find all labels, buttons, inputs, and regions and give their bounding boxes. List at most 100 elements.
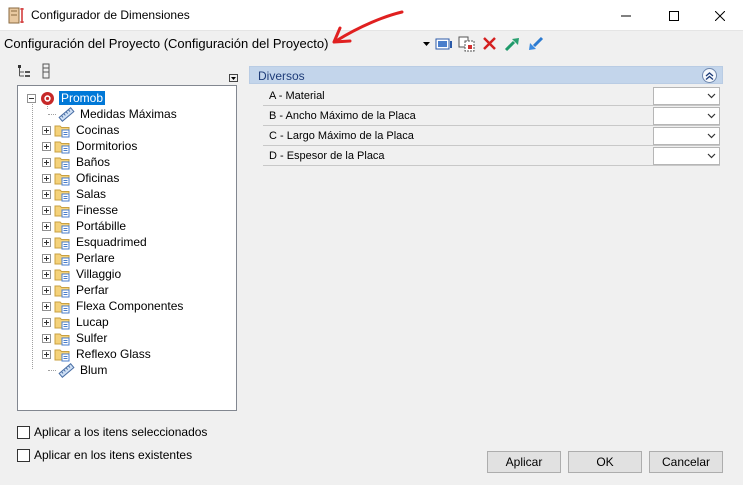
category-tree[interactable]: Promob Medidas Máximas Cocinas Dormitorios… xyxy=(17,85,237,411)
apply-selected-checkbox[interactable] xyxy=(17,425,30,439)
expand-toggle-icon[interactable] xyxy=(42,205,51,215)
property-value-dropdown[interactable] xyxy=(653,107,720,125)
expand-toggle-icon[interactable] xyxy=(42,125,51,135)
folder-icon xyxy=(54,205,70,217)
maximize-icon xyxy=(669,10,679,21)
tree-item-label: Cocinas xyxy=(76,123,120,137)
folder-icon xyxy=(54,157,70,169)
copy-icon[interactable] xyxy=(458,36,476,52)
property-row[interactable]: D - Espesor de la Placa xyxy=(263,146,720,166)
property-row[interactable]: A - Material xyxy=(263,86,720,106)
ok-button[interactable]: OK xyxy=(568,451,642,473)
tree-item-label: Oficinas xyxy=(76,171,120,185)
tree-item[interactable]: Blum xyxy=(48,362,109,378)
property-row[interactable]: C - Largo Máximo de la Placa xyxy=(263,126,720,146)
tree-item[interactable]: Perlare xyxy=(42,250,117,266)
collapse-toolbar-icon[interactable] xyxy=(229,74,238,82)
tree-root-label[interactable]: Promob xyxy=(59,91,106,105)
tree-item[interactable]: Esquadrimed xyxy=(42,234,149,250)
tree-item[interactable]: Cocinas xyxy=(42,122,121,138)
apply-existing-checkbox[interactable] xyxy=(17,448,30,462)
tree-item-label: Salas xyxy=(76,187,107,201)
folder-icon xyxy=(54,349,70,361)
expand-toggle-icon[interactable] xyxy=(42,157,51,167)
dropdown-arrow-icon xyxy=(423,42,430,46)
property-label: C - Largo Máximo de la Placa xyxy=(269,130,414,142)
property-row[interactable]: B - Ancho Máximo de la Placa xyxy=(263,106,720,126)
tree-item-label: Lucap xyxy=(76,315,109,329)
folder-icon xyxy=(54,189,70,201)
toolbar: Configuración del Proyecto (Configuració… xyxy=(0,31,743,58)
chevron-down-icon xyxy=(707,153,716,159)
expand-toggle-icon[interactable] xyxy=(42,301,51,311)
ruler-icon xyxy=(58,106,75,122)
tree-item[interactable]: Reflexo Glass xyxy=(42,346,153,362)
folder-icon xyxy=(54,141,70,153)
export-icon[interactable] xyxy=(504,36,522,52)
tree-item-label: Blum xyxy=(80,363,108,377)
tree-item[interactable]: Medidas Máximas xyxy=(48,106,179,122)
apply-button[interactable]: Aplicar xyxy=(487,451,561,473)
close-icon xyxy=(715,10,725,21)
expand-toggle-icon[interactable] xyxy=(42,221,51,231)
expand-toggle-icon[interactable] xyxy=(42,349,51,359)
folder-icon xyxy=(54,221,70,233)
close-button[interactable] xyxy=(697,0,743,31)
expand-toggle-icon[interactable] xyxy=(42,173,51,183)
tree-item-label: Perfar xyxy=(76,283,109,297)
tree-item[interactable]: Baños xyxy=(42,154,112,170)
chevron-down-icon xyxy=(707,113,716,119)
apply-existing-option[interactable]: Aplicar en los itens existentes xyxy=(17,447,192,463)
cancel-button[interactable]: Cancelar xyxy=(649,451,723,473)
tree-item[interactable]: Dormitorios xyxy=(42,138,139,154)
expand-toggle-icon[interactable] xyxy=(42,253,51,263)
expand-toggle-icon[interactable] xyxy=(42,141,51,151)
expand-toggle-icon[interactable] xyxy=(42,333,51,343)
import-icon[interactable] xyxy=(527,36,545,52)
tree-item-label: Portábille xyxy=(76,219,127,233)
tree-item-label: Villaggio xyxy=(76,267,122,281)
property-value-dropdown[interactable] xyxy=(653,147,720,165)
expand-toggle-icon[interactable] xyxy=(42,317,51,327)
expand-toggle-icon[interactable] xyxy=(42,285,51,295)
tree-item-label: Esquadrimed xyxy=(76,235,147,249)
tree-root[interactable]: Promob xyxy=(27,90,106,106)
tree-item[interactable]: Portábille xyxy=(42,218,128,234)
apply-selected-label: Aplicar a los itens seleccionados xyxy=(34,425,208,439)
tree-item[interactable]: Salas xyxy=(42,186,108,202)
expand-toggle-icon[interactable] xyxy=(42,269,51,279)
tree-item[interactable]: Villaggio xyxy=(42,266,123,282)
minimize-button[interactable] xyxy=(603,0,649,31)
collapse-group-button[interactable] xyxy=(702,68,717,83)
property-value-dropdown[interactable] xyxy=(653,127,720,145)
list-view-icon[interactable] xyxy=(40,63,52,79)
tree-item[interactable]: Oficinas xyxy=(42,170,121,186)
tree-item-label: Medidas Máximas xyxy=(80,107,177,121)
collapse-toggle-icon[interactable] xyxy=(27,93,36,103)
apply-existing-label: Aplicar en los itens existentes xyxy=(34,448,193,462)
folder-icon xyxy=(54,173,70,185)
tree-item[interactable]: Lucap xyxy=(42,314,111,330)
tree-item[interactable]: Flexa Componentes xyxy=(42,298,185,314)
maximize-button[interactable] xyxy=(651,0,697,31)
screen-icon[interactable] xyxy=(435,36,453,52)
tree-view-icon[interactable] xyxy=(16,63,32,79)
apply-selected-option[interactable]: Aplicar a los itens seleccionados xyxy=(17,424,207,440)
tree-item[interactable]: Perfar xyxy=(42,282,111,298)
property-label: B - Ancho Máximo de la Placa xyxy=(269,110,416,122)
group-header[interactable]: Diversos xyxy=(249,66,723,84)
chevron-down-icon xyxy=(707,133,716,139)
double-chevron-up-icon xyxy=(705,71,714,80)
tree-item[interactable]: Sulfer xyxy=(42,330,109,346)
chevron-down-icon xyxy=(707,93,716,99)
folder-icon xyxy=(54,285,70,297)
tree-item-label: Reflexo Glass xyxy=(76,347,151,361)
delete-icon[interactable] xyxy=(481,36,499,52)
configuration-dropdown[interactable]: Configuración del Proyecto (Configuració… xyxy=(4,35,432,55)
title-bar: Configurador de Dimensiones xyxy=(0,0,743,31)
expand-toggle-icon[interactable] xyxy=(42,237,51,247)
ruler-icon xyxy=(58,362,75,378)
property-value-dropdown[interactable] xyxy=(653,87,720,105)
tree-item[interactable]: Finesse xyxy=(42,202,120,218)
expand-toggle-icon[interactable] xyxy=(42,189,51,199)
